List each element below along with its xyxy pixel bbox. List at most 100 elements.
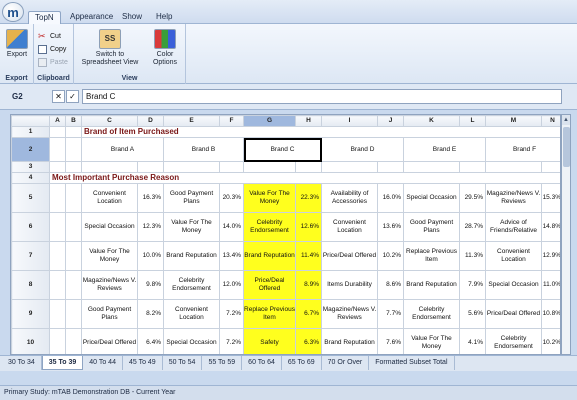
cell[interactable] bbox=[49, 212, 66, 242]
reason-cell[interactable]: Value For The Money bbox=[81, 241, 138, 271]
reason-cell[interactable]: Advice of Friends/Relative bbox=[485, 212, 542, 242]
spreadsheet-grid[interactable]: A B C D E F G H I J K L M N 1 Brand of I… bbox=[10, 114, 561, 355]
percent-cell[interactable]: 20.3% bbox=[219, 183, 244, 213]
percent-cell[interactable]: 6.4% bbox=[137, 328, 164, 354]
section-title[interactable]: Brand of Item Purchased bbox=[81, 126, 560, 138]
cancel-edit-button[interactable]: ✕ bbox=[52, 90, 65, 103]
percent-cell[interactable]: 11.4% bbox=[295, 241, 322, 271]
percent-cell[interactable]: 14.8% bbox=[541, 212, 560, 242]
percent-cell[interactable]: 7.2% bbox=[219, 299, 244, 329]
cell[interactable] bbox=[49, 126, 66, 138]
row-header[interactable]: 4 bbox=[11, 172, 50, 184]
reason-cell[interactable]: Celebrity Endorsement bbox=[403, 299, 460, 329]
percent-cell[interactable]: 16.0% bbox=[377, 183, 404, 213]
percent-cell[interactable]: 13.4% bbox=[219, 241, 244, 271]
reason-cell[interactable]: Brand Reputation bbox=[243, 241, 296, 271]
sheet-tab[interactable]: 55 To 59 bbox=[202, 356, 243, 370]
column-header[interactable]: E bbox=[163, 115, 220, 127]
row-header[interactable]: 8 bbox=[11, 270, 50, 300]
reason-cell[interactable]: Items Durability bbox=[321, 270, 378, 300]
reason-cell[interactable]: Celebrity Endorsement bbox=[243, 212, 296, 242]
percent-cell[interactable]: 10.0% bbox=[137, 241, 164, 271]
cell[interactable] bbox=[49, 270, 66, 300]
copy-button[interactable]: Copy bbox=[38, 43, 66, 55]
reason-cell[interactable]: Convenient Location bbox=[485, 241, 542, 271]
reason-cell[interactable]: Good Payment Plans bbox=[81, 299, 138, 329]
percent-cell[interactable]: 28.7% bbox=[459, 212, 486, 242]
column-header[interactable]: L bbox=[459, 115, 486, 127]
reason-cell[interactable]: Price/Deal Offered bbox=[321, 241, 378, 271]
sheet-tab[interactable]: 50 To 54 bbox=[163, 356, 203, 370]
reason-cell[interactable]: Good Payment Plans bbox=[403, 212, 460, 242]
percent-cell[interactable]: 6.3% bbox=[295, 328, 322, 354]
percent-cell[interactable]: 8.2% bbox=[137, 299, 164, 329]
percent-cell[interactable]: 10.2% bbox=[541, 328, 560, 354]
column-header[interactable]: K bbox=[403, 115, 460, 127]
cell[interactable] bbox=[49, 328, 66, 354]
percent-cell[interactable]: 8.9% bbox=[295, 270, 322, 300]
sheet-tab[interactable]: 40 To 44 bbox=[83, 356, 123, 370]
percent-cell[interactable]: 7.2% bbox=[219, 328, 244, 354]
percent-cell[interactable]: 9.8% bbox=[137, 270, 164, 300]
cell[interactable] bbox=[65, 137, 82, 162]
percent-cell[interactable]: 11.3% bbox=[459, 241, 486, 271]
percent-cell[interactable]: 12.0% bbox=[219, 270, 244, 300]
reason-cell[interactable]: Brand Reputation bbox=[163, 241, 220, 271]
percent-cell[interactable]: 7.6% bbox=[377, 328, 404, 354]
reason-cell[interactable]: Convenient Location bbox=[81, 183, 138, 213]
reason-cell[interactable]: Magazine/News V. Reviews bbox=[321, 299, 378, 329]
reason-cell[interactable]: Price/Deal Offered bbox=[81, 328, 138, 354]
percent-cell[interactable]: 16.3% bbox=[137, 183, 164, 213]
column-header-selected[interactable]: G bbox=[243, 115, 296, 127]
scroll-up-arrow[interactable]: ▲ bbox=[562, 115, 570, 125]
percent-cell[interactable]: 10.8% bbox=[541, 299, 560, 329]
column-header[interactable]: M bbox=[485, 115, 542, 127]
tab-help[interactable]: Help bbox=[150, 11, 178, 24]
percent-cell[interactable]: 29.5% bbox=[459, 183, 486, 213]
percent-cell[interactable]: 13.6% bbox=[377, 212, 404, 242]
tab-show[interactable]: Show bbox=[116, 11, 148, 24]
percent-cell[interactable]: 22.3% bbox=[295, 183, 322, 213]
reason-cell[interactable]: Replace Previous Item bbox=[403, 241, 460, 271]
cell[interactable] bbox=[49, 137, 66, 162]
column-header[interactable]: A bbox=[49, 115, 66, 127]
row-header-selected[interactable]: 2 bbox=[11, 137, 50, 162]
percent-cell[interactable]: 10.2% bbox=[377, 241, 404, 271]
percent-cell[interactable]: 12.9% bbox=[541, 241, 560, 271]
scroll-thumb[interactable] bbox=[563, 127, 570, 167]
tab-appearance[interactable]: Appearance bbox=[64, 11, 119, 24]
percent-cell[interactable]: 12.3% bbox=[137, 212, 164, 242]
paste-button[interactable]: Paste bbox=[38, 56, 68, 68]
reason-cell[interactable]: Value For The Money bbox=[163, 212, 220, 242]
cut-button[interactable]: ✂ Cut bbox=[38, 30, 61, 42]
row-header[interactable]: 10 bbox=[11, 328, 50, 354]
percent-cell[interactable]: 6.7% bbox=[295, 299, 322, 329]
percent-cell[interactable]: 12.6% bbox=[295, 212, 322, 242]
column-header[interactable]: I bbox=[321, 115, 378, 127]
reason-cell[interactable]: Celebrity Endorsement bbox=[163, 270, 220, 300]
cell[interactable] bbox=[65, 328, 82, 354]
switch-spreadsheet-view-button[interactable]: SS Switch to Spreadsheet View bbox=[80, 29, 140, 67]
reason-cell[interactable]: Price/Deal Offered bbox=[243, 270, 296, 300]
brand-cell[interactable]: Brand F bbox=[485, 137, 560, 162]
reason-cell[interactable]: Special Occasion bbox=[81, 212, 138, 242]
column-header[interactable]: C bbox=[81, 115, 138, 127]
reason-cell[interactable]: Value For The Money bbox=[243, 183, 296, 213]
cell[interactable] bbox=[65, 241, 82, 271]
tab-topn[interactable]: TopN bbox=[28, 11, 61, 24]
column-header[interactable]: N bbox=[541, 115, 560, 127]
brand-cell[interactable]: Brand D bbox=[321, 137, 404, 162]
reason-cell[interactable]: Brand Reputation bbox=[403, 270, 460, 300]
row-header[interactable]: 7 bbox=[11, 241, 50, 271]
reason-cell[interactable]: Availability of Accessories bbox=[321, 183, 378, 213]
reason-cell[interactable]: Magazine/News V. Reviews bbox=[485, 183, 542, 213]
reason-cell[interactable]: Safety bbox=[243, 328, 296, 354]
cell[interactable] bbox=[65, 270, 82, 300]
app-logo-icon[interactable]: m bbox=[2, 2, 24, 22]
sheet-tab[interactable]: 30 To 34 bbox=[2, 356, 42, 370]
reason-cell[interactable]: Price/Deal Offered bbox=[485, 299, 542, 329]
cell[interactable] bbox=[65, 126, 82, 138]
percent-cell[interactable]: 14.0% bbox=[219, 212, 244, 242]
reason-cell[interactable]: Convenient Location bbox=[321, 212, 378, 242]
brand-cell[interactable]: Brand E bbox=[403, 137, 486, 162]
